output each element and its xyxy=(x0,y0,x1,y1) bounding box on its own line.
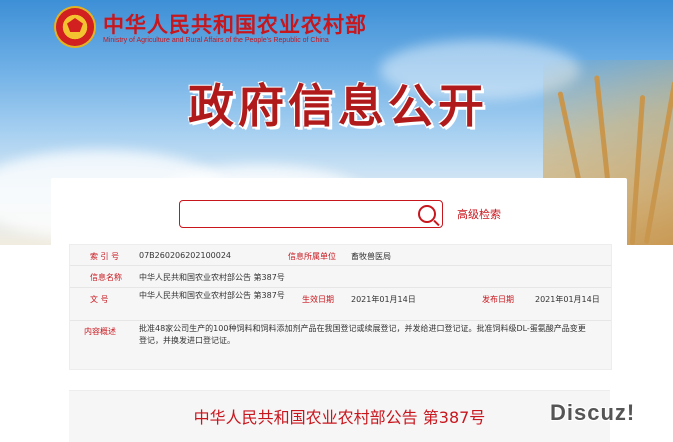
ministry-name-cn[interactable]: 中华人民共和国农业农村部 xyxy=(103,9,367,39)
publish-label: 发布日期 xyxy=(482,295,514,304)
info-row-index: 索 引 号 07B260206202100024 信息所属单位 畜牧兽医局 xyxy=(70,245,611,266)
document-title-band: 中华人民共和国农业农村部公告 第387号 xyxy=(69,390,610,442)
hero-title: 政府信息公开 xyxy=(188,79,488,133)
index-label: 索 引 号 xyxy=(90,252,120,261)
content-panel: 高级检索 索 引 号 07B260206202100024 信息所属单位 畜牧兽… xyxy=(51,178,627,442)
search-input[interactable] xyxy=(179,200,443,228)
info-row-docno: 文 号 中华人民共和国农业农村部公告 第387号 生效日期 2021年01月14… xyxy=(70,288,611,321)
index-value: 07B260206202100024 xyxy=(139,251,232,260)
dept-label: 信息所属单位 xyxy=(288,252,336,261)
info-row-name: 信息名称 中华人民共和国农业农村部公告 第387号 xyxy=(70,266,611,288)
effective-value: 2021年01月14日 xyxy=(351,295,416,304)
advanced-search-link[interactable]: 高级检索 xyxy=(457,206,501,222)
search-icon[interactable] xyxy=(418,205,436,223)
name-label: 信息名称 xyxy=(90,273,122,282)
watermark-text: Discuz! xyxy=(550,400,636,425)
effective-label: 生效日期 xyxy=(302,295,334,304)
summary-label: 内容概述 xyxy=(84,327,116,336)
national-emblem-icon xyxy=(56,8,94,46)
name-value: 中华人民共和国农业农村部公告 第387号 xyxy=(139,273,285,282)
publish-value: 2021年01月14日 xyxy=(535,295,600,304)
info-row-summary: 内容概述 批准48家公司生产的100种饲料和饲料添加剂产品在我国登记或续展登记，… xyxy=(70,321,611,368)
info-table: 索 引 号 07B260206202100024 信息所属单位 畜牧兽医局 信息… xyxy=(69,244,612,370)
docno-value: 中华人民共和国农业农村部公告 第387号 xyxy=(139,291,285,300)
ministry-name-en: Ministry of Agriculture and Rural Affair… xyxy=(103,37,329,44)
dept-value: 畜牧兽医局 xyxy=(351,252,391,261)
summary-value: 批准48家公司生产的100种饲料和饲料添加剂产品在我国登记或续展登记，并发给进口… xyxy=(139,324,586,345)
docno-label: 文 号 xyxy=(90,295,109,304)
document-title: 中华人民共和国农业农村部公告 第387号 xyxy=(193,408,486,427)
